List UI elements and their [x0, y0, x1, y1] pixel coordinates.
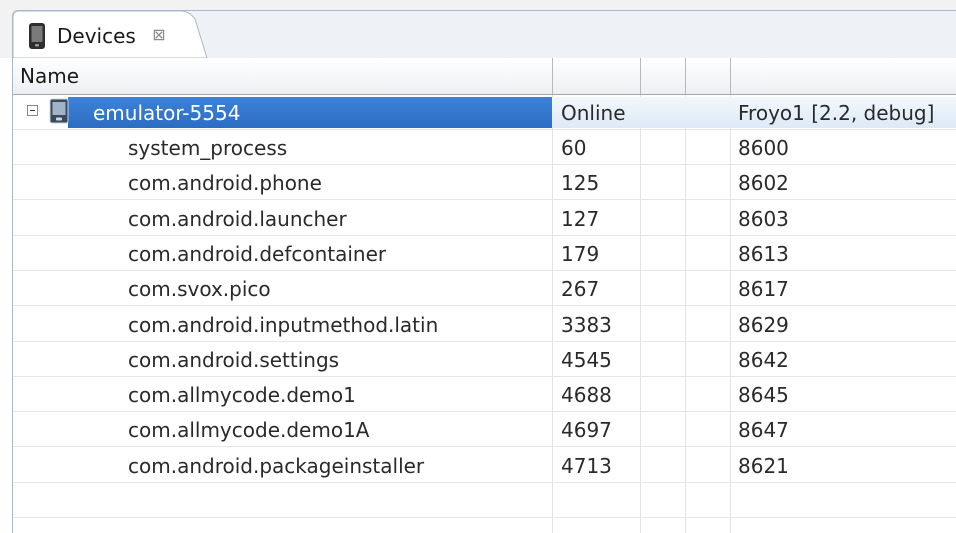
table-header: Name — [13, 58, 956, 95]
column-header-3[interactable] — [641, 58, 686, 94]
process-name: com.allmycode.demo1A — [128, 418, 370, 442]
process-port: 8645 — [738, 383, 789, 407]
process-port: 8629 — [738, 313, 789, 337]
devices-view: Devices ⊠ Name emulator-5554 Online Froy… — [0, 0, 956, 533]
process-pid: 179 — [561, 242, 600, 266]
tab-devices-label: Devices — [57, 24, 136, 48]
process-row[interactable]: com.android.phone 125 8602 — [13, 165, 956, 200]
process-row[interactable]: system_process 60 8600 — [13, 130, 956, 165]
process-pid: 60 — [561, 136, 587, 160]
process-name: com.android.defcontainer — [128, 242, 387, 266]
column-header-4[interactable] — [686, 58, 731, 94]
process-port: 8602 — [738, 171, 789, 195]
collapse-icon[interactable] — [27, 105, 38, 116]
process-row[interactable]: com.allmycode.demo1A 4697 8647 — [13, 412, 956, 447]
device-row[interactable]: emulator-5554 Online Froyo1 [2.2, debug] — [13, 95, 956, 130]
process-row[interactable]: com.android.settings 4545 8642 — [13, 342, 956, 377]
column-header-label: Name — [20, 64, 80, 88]
process-row[interactable]: com.allmycode.demo1 4688 8645 — [13, 377, 956, 412]
process-pid: 3383 — [561, 313, 612, 337]
process-port: 8617 — [738, 277, 789, 301]
process-port: 8613 — [738, 242, 789, 266]
emulator-device-icon — [49, 98, 69, 124]
process-pid: 125 — [561, 171, 600, 195]
process-port: 8600 — [738, 136, 789, 160]
device-name: emulator-5554 — [93, 101, 241, 125]
process-row[interactable]: com.android.inputmethod.latin 3383 8629 — [13, 307, 956, 342]
process-name: com.android.phone — [128, 171, 322, 195]
column-header-pid[interactable] — [553, 58, 641, 94]
column-header-port[interactable] — [731, 58, 956, 94]
process-name: com.android.packageinstaller — [128, 454, 425, 478]
column-header-name[interactable]: Name — [13, 58, 553, 94]
process-port: 8642 — [738, 348, 789, 372]
process-row[interactable]: com.svox.pico 267 8617 — [13, 271, 956, 306]
process-row[interactable]: com.android.packageinstaller 4713 8621 — [13, 448, 956, 483]
process-port: 8647 — [738, 418, 789, 442]
empty-row — [13, 483, 956, 518]
process-port: 8603 — [738, 207, 789, 231]
device-target: Froyo1 [2.2, debug] — [738, 101, 935, 125]
process-row[interactable]: com.android.launcher 127 8603 — [13, 201, 956, 236]
process-name: com.svox.pico — [128, 277, 271, 301]
process-pid: 4688 — [561, 383, 612, 407]
process-pid: 267 — [561, 277, 600, 301]
process-name: com.android.launcher — [128, 207, 347, 231]
process-name: com.android.inputmethod.latin — [128, 313, 439, 337]
process-name: com.android.settings — [128, 348, 340, 372]
process-row[interactable]: com.android.defcontainer 179 8613 — [13, 236, 956, 271]
device-status: Online — [561, 101, 626, 125]
tab-devices[interactable]: Devices ⊠ — [13, 11, 208, 58]
process-name: system_process — [128, 136, 288, 160]
process-pid: 127 — [561, 207, 600, 231]
phone-icon — [29, 23, 45, 49]
process-pid: 4713 — [561, 454, 612, 478]
process-port: 8621 — [738, 454, 789, 478]
process-pid: 4697 — [561, 418, 612, 442]
empty-row — [13, 518, 956, 533]
process-pid: 4545 — [561, 348, 612, 372]
close-icon[interactable]: ⊠ — [150, 26, 168, 44]
devices-table: Name emulator-5554 Online Froyo1 [2.2, d… — [13, 58, 956, 533]
process-name: com.allmycode.demo1 — [128, 383, 356, 407]
